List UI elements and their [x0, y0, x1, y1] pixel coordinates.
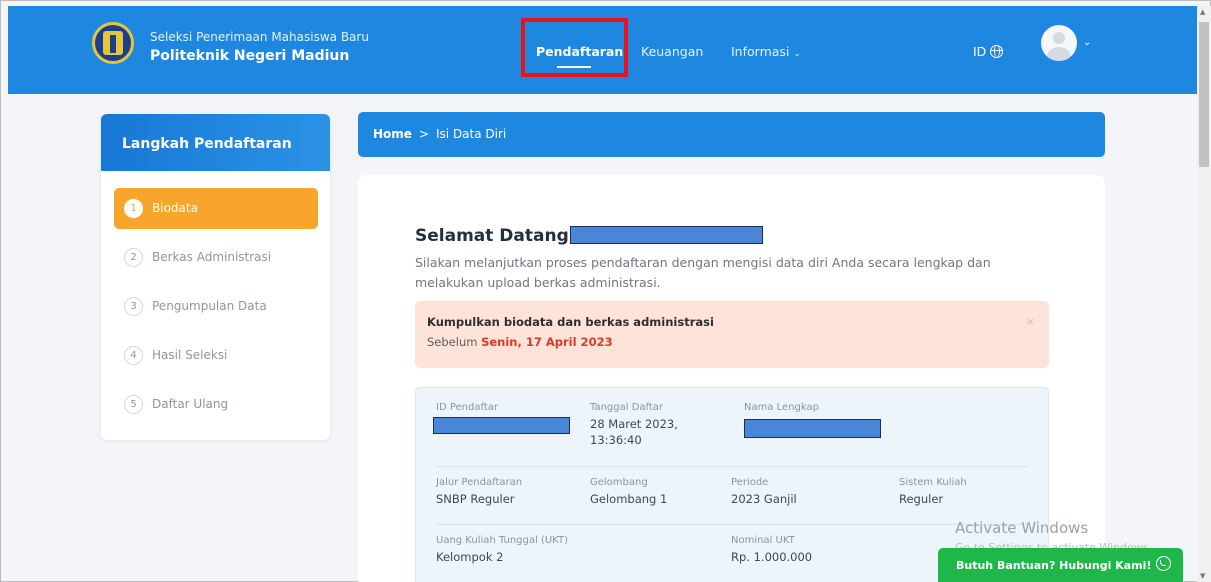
nama-lengkap-label: Nama Lengkap	[744, 402, 819, 413]
scroll-down-icon[interactable]: ▼	[1200, 572, 1205, 580]
breadcrumb-separator: >	[418, 127, 429, 141]
intro-text: Silakan melanjutkan proses pendaftaran d…	[415, 255, 991, 290]
chevron-down-icon: ⌄	[793, 49, 801, 59]
deadline-alert: Kumpulkan biodata dan berkas administras…	[415, 301, 1049, 368]
brand-subtitle: Seleksi Penerimaan Mahasiswa Baru	[150, 30, 369, 44]
help-whatsapp-button[interactable]: Butuh Bantuan? Hubungi Kami!	[938, 548, 1183, 582]
ukt-label: Uang Kuliah Tunggal (UKT)	[436, 535, 568, 546]
id-pendaftar-label: ID Pendaftar	[436, 402, 498, 413]
periode-value: 2023 Ganjil	[731, 492, 797, 506]
step-daftar-ulang[interactable]: 5 Daftar Ulang	[114, 384, 318, 425]
highlight-annotation-box	[521, 18, 628, 77]
step-berkas-administrasi[interactable]: 2 Berkas Administrasi	[114, 237, 318, 278]
gelombang-label: Gelombang	[590, 477, 648, 488]
language-switcher[interactable]: ID	[973, 44, 1004, 59]
globe-icon	[990, 45, 1004, 58]
nominal-ukt-value: Rp. 1.000.000	[731, 550, 813, 564]
redacted-name	[570, 226, 763, 244]
activate-windows-watermark: Activate Windows	[955, 519, 1089, 537]
scroll-up-icon[interactable]: ▲	[1200, 8, 1205, 16]
step-label: Berkas Administrasi	[152, 250, 272, 264]
alert-text: Sebelum Senin, 17 April 2023	[427, 335, 613, 349]
user-avatar[interactable]	[1041, 25, 1077, 61]
tanggal-daftar-value: 28 Maret 2023, 13:36:40	[590, 417, 678, 447]
language-label: ID	[973, 44, 987, 59]
help-button-label: Butuh Bantuan? Hubungi Kami!	[956, 559, 1152, 572]
avatar-chevron-down-icon[interactable]: ⌄	[1083, 37, 1091, 48]
polinema-logo-icon	[92, 22, 134, 64]
sidebar-title: Langkah Pendaftaran	[101, 114, 330, 171]
step-label: Biodata	[152, 201, 198, 215]
nav-informasi-label: Informasi	[731, 44, 790, 59]
nav-informasi[interactable]: Informasi ⌄	[731, 44, 801, 59]
sistem-kuliah-value: Reguler	[899, 492, 944, 506]
jalur-value: SNBP Reguler	[436, 492, 515, 506]
step-number: 5	[124, 395, 143, 414]
divider	[436, 466, 1029, 467]
alert-prefix: Sebelum	[427, 335, 478, 349]
step-number: 4	[124, 346, 143, 365]
ukt-value: Kelompok 2	[436, 550, 504, 564]
nav-keuangan[interactable]: Keuangan	[641, 44, 703, 59]
step-number: 2	[124, 248, 143, 267]
redacted-id-pendaftar	[433, 417, 570, 434]
step-pengumpulan-data[interactable]: 3 Pengumpulan Data	[114, 286, 318, 327]
step-hasil-seleksi[interactable]: 4 Hasil Seleksi	[114, 335, 318, 376]
brand-title: Politeknik Negeri Madiun	[150, 48, 350, 64]
tanggal-daftar-label: Tanggal Daftar	[590, 402, 664, 413]
breadcrumb: Home > Isi Data Diri	[358, 112, 1105, 157]
alert-deadline: Senin, 17 April 2023	[481, 335, 613, 349]
step-label: Pengumpulan Data	[152, 299, 267, 313]
divider	[436, 524, 1029, 525]
step-label: Daftar Ulang	[152, 397, 229, 411]
breadcrumb-current: Isi Data Diri	[436, 127, 507, 141]
alert-title: Kumpulkan biodata dan berkas administras…	[427, 315, 714, 329]
vertical-scrollbar[interactable]: ▲ ▼	[1197, 6, 1211, 582]
step-number: 3	[124, 297, 143, 316]
jalur-label: Jalur Pendaftaran	[436, 477, 523, 488]
welcome-heading: Selamat Datang,	[415, 226, 576, 246]
whatsapp-icon	[1156, 556, 1171, 571]
breadcrumb-home[interactable]: Home	[373, 127, 412, 141]
sistem-kuliah-label: Sistem Kuliah	[899, 477, 967, 488]
step-number: 1	[124, 199, 143, 218]
nominal-ukt-label: Nominal UKT	[731, 535, 795, 546]
scrollbar-thumb[interactable]	[1199, 22, 1209, 167]
step-label: Hasil Seleksi	[152, 348, 228, 362]
close-icon[interactable]: ×	[1026, 315, 1035, 328]
periode-label: Periode	[731, 477, 769, 488]
step-biodata[interactable]: 1 Biodata	[114, 188, 318, 229]
gelombang-value: Gelombang 1	[590, 492, 668, 506]
redacted-nama-lengkap	[744, 419, 881, 438]
steps-sidebar: Langkah Pendaftaran 1 Biodata 2 Berkas A…	[101, 114, 330, 440]
